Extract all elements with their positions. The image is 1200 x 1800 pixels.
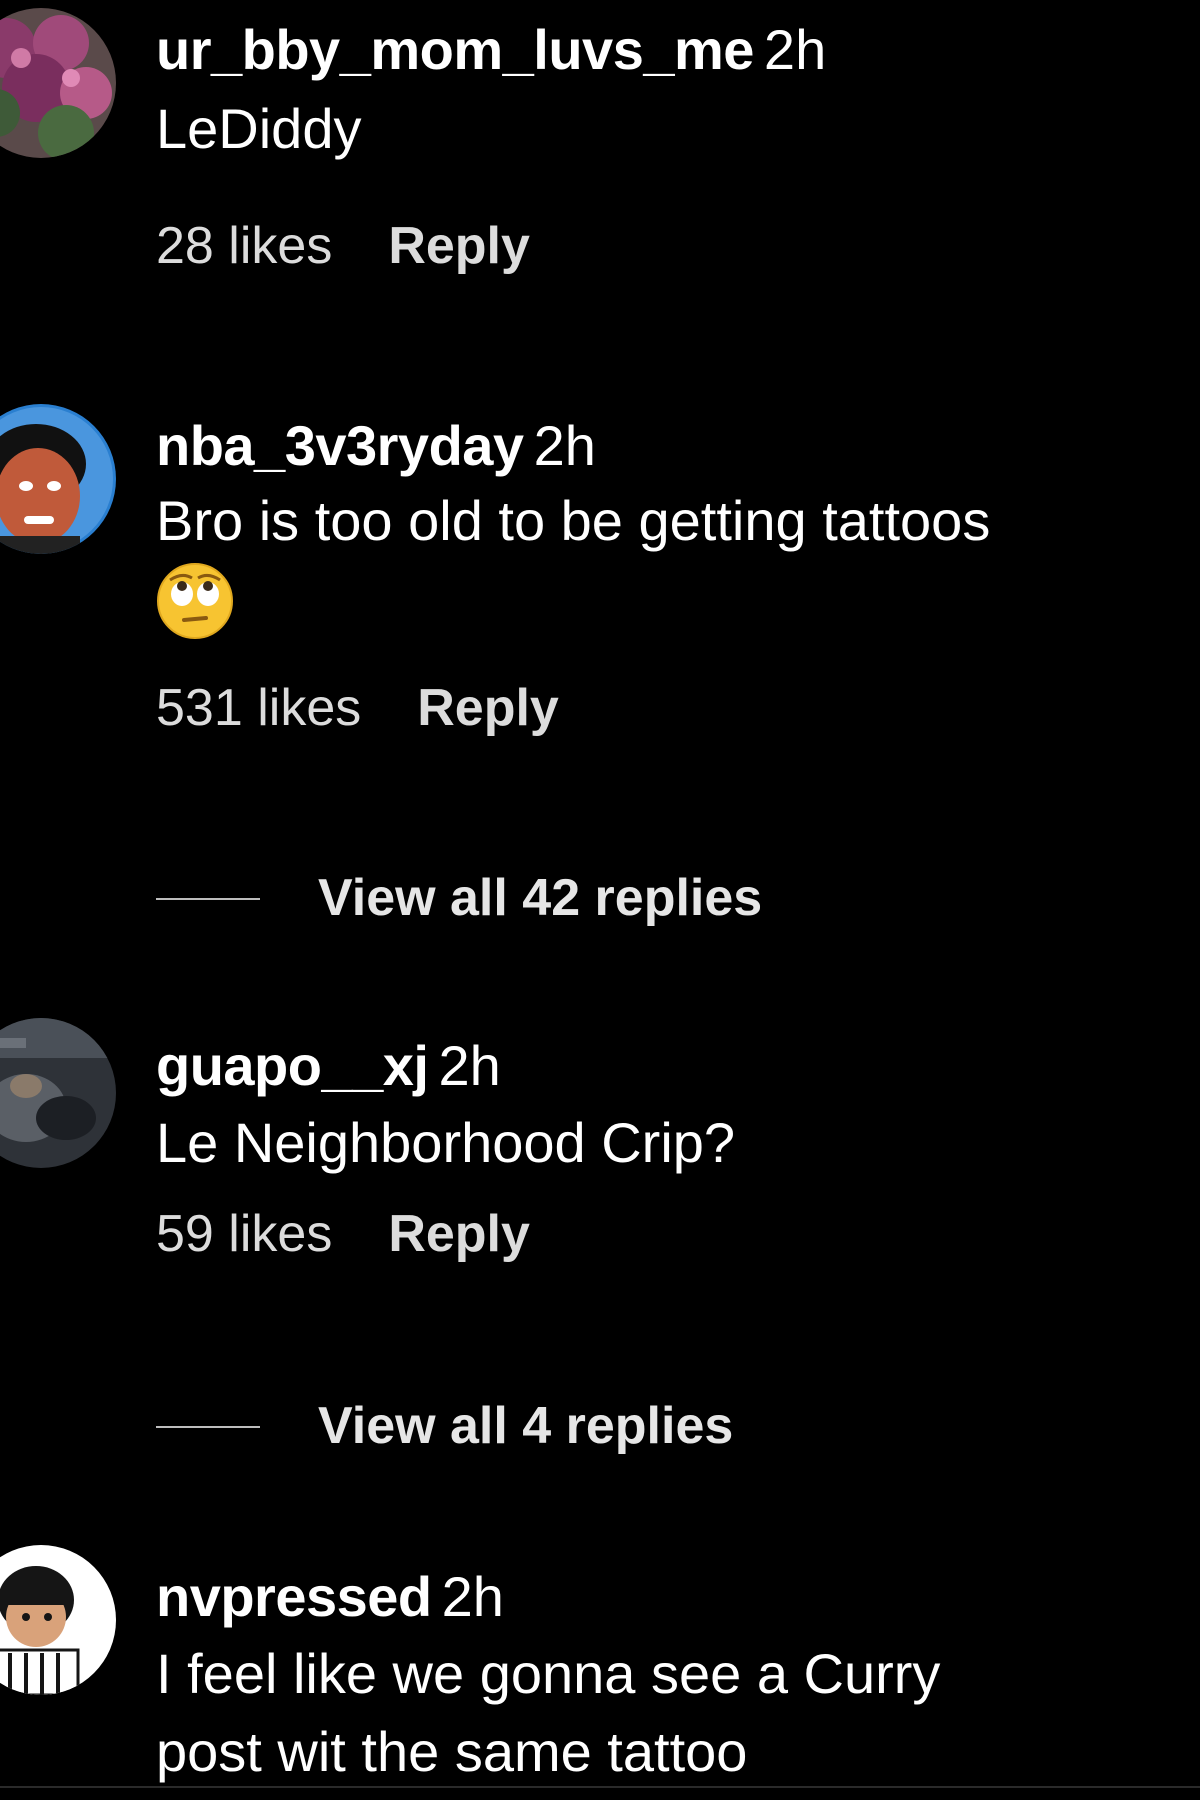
reply-button[interactable]: Reply	[417, 678, 559, 738]
divider	[156, 898, 260, 900]
divider	[0, 1786, 1200, 1788]
comment-time: 2h	[438, 1034, 501, 1097]
avatar[interactable]	[0, 1018, 116, 1168]
likes-count[interactable]: 59 likes	[156, 1204, 332, 1264]
comment-time: 2h	[441, 1565, 504, 1628]
comment-text: I feel like we gonna see a Curry	[156, 1642, 941, 1705]
comment-time: 2h	[763, 18, 827, 81]
flowers-avatar-icon	[0, 8, 116, 158]
comment-username[interactable]: guapo__xj	[156, 1034, 429, 1097]
likes-count[interactable]: 28 likes	[156, 216, 332, 276]
cartoon-character-avatar-icon	[0, 1545, 116, 1695]
face-with-rolling-eyes-icon	[157, 563, 233, 639]
comment-text: post wit the same tattoo	[156, 1720, 748, 1783]
reply-button[interactable]: Reply	[388, 1204, 530, 1264]
comment-time: 2h	[533, 414, 596, 477]
reply-button[interactable]: Reply	[388, 216, 530, 276]
comment-username[interactable]: ur_bby_mom_luvs_me	[156, 18, 754, 81]
view-replies-label[interactable]: View all 42 replies	[318, 868, 762, 928]
dark-photo-avatar-icon	[0, 1018, 116, 1168]
divider	[156, 1426, 260, 1428]
comment-text: Le Neighborhood Crip?	[156, 1111, 736, 1174]
view-replies-label[interactable]: View all 4 replies	[318, 1396, 733, 1456]
person-face-avatar-icon	[0, 404, 116, 554]
avatar[interactable]	[0, 8, 116, 158]
avatar[interactable]	[0, 1545, 116, 1695]
comment-text: LeDiddy	[156, 97, 362, 160]
comment-text: Bro is too old to be getting tattoos	[156, 489, 991, 552]
likes-count[interactable]: 531 likes	[156, 678, 361, 738]
comment-username[interactable]: nvpressed	[156, 1565, 432, 1628]
avatar[interactable]	[0, 404, 116, 554]
comment-username[interactable]: nba_3v3ryday	[156, 414, 524, 477]
